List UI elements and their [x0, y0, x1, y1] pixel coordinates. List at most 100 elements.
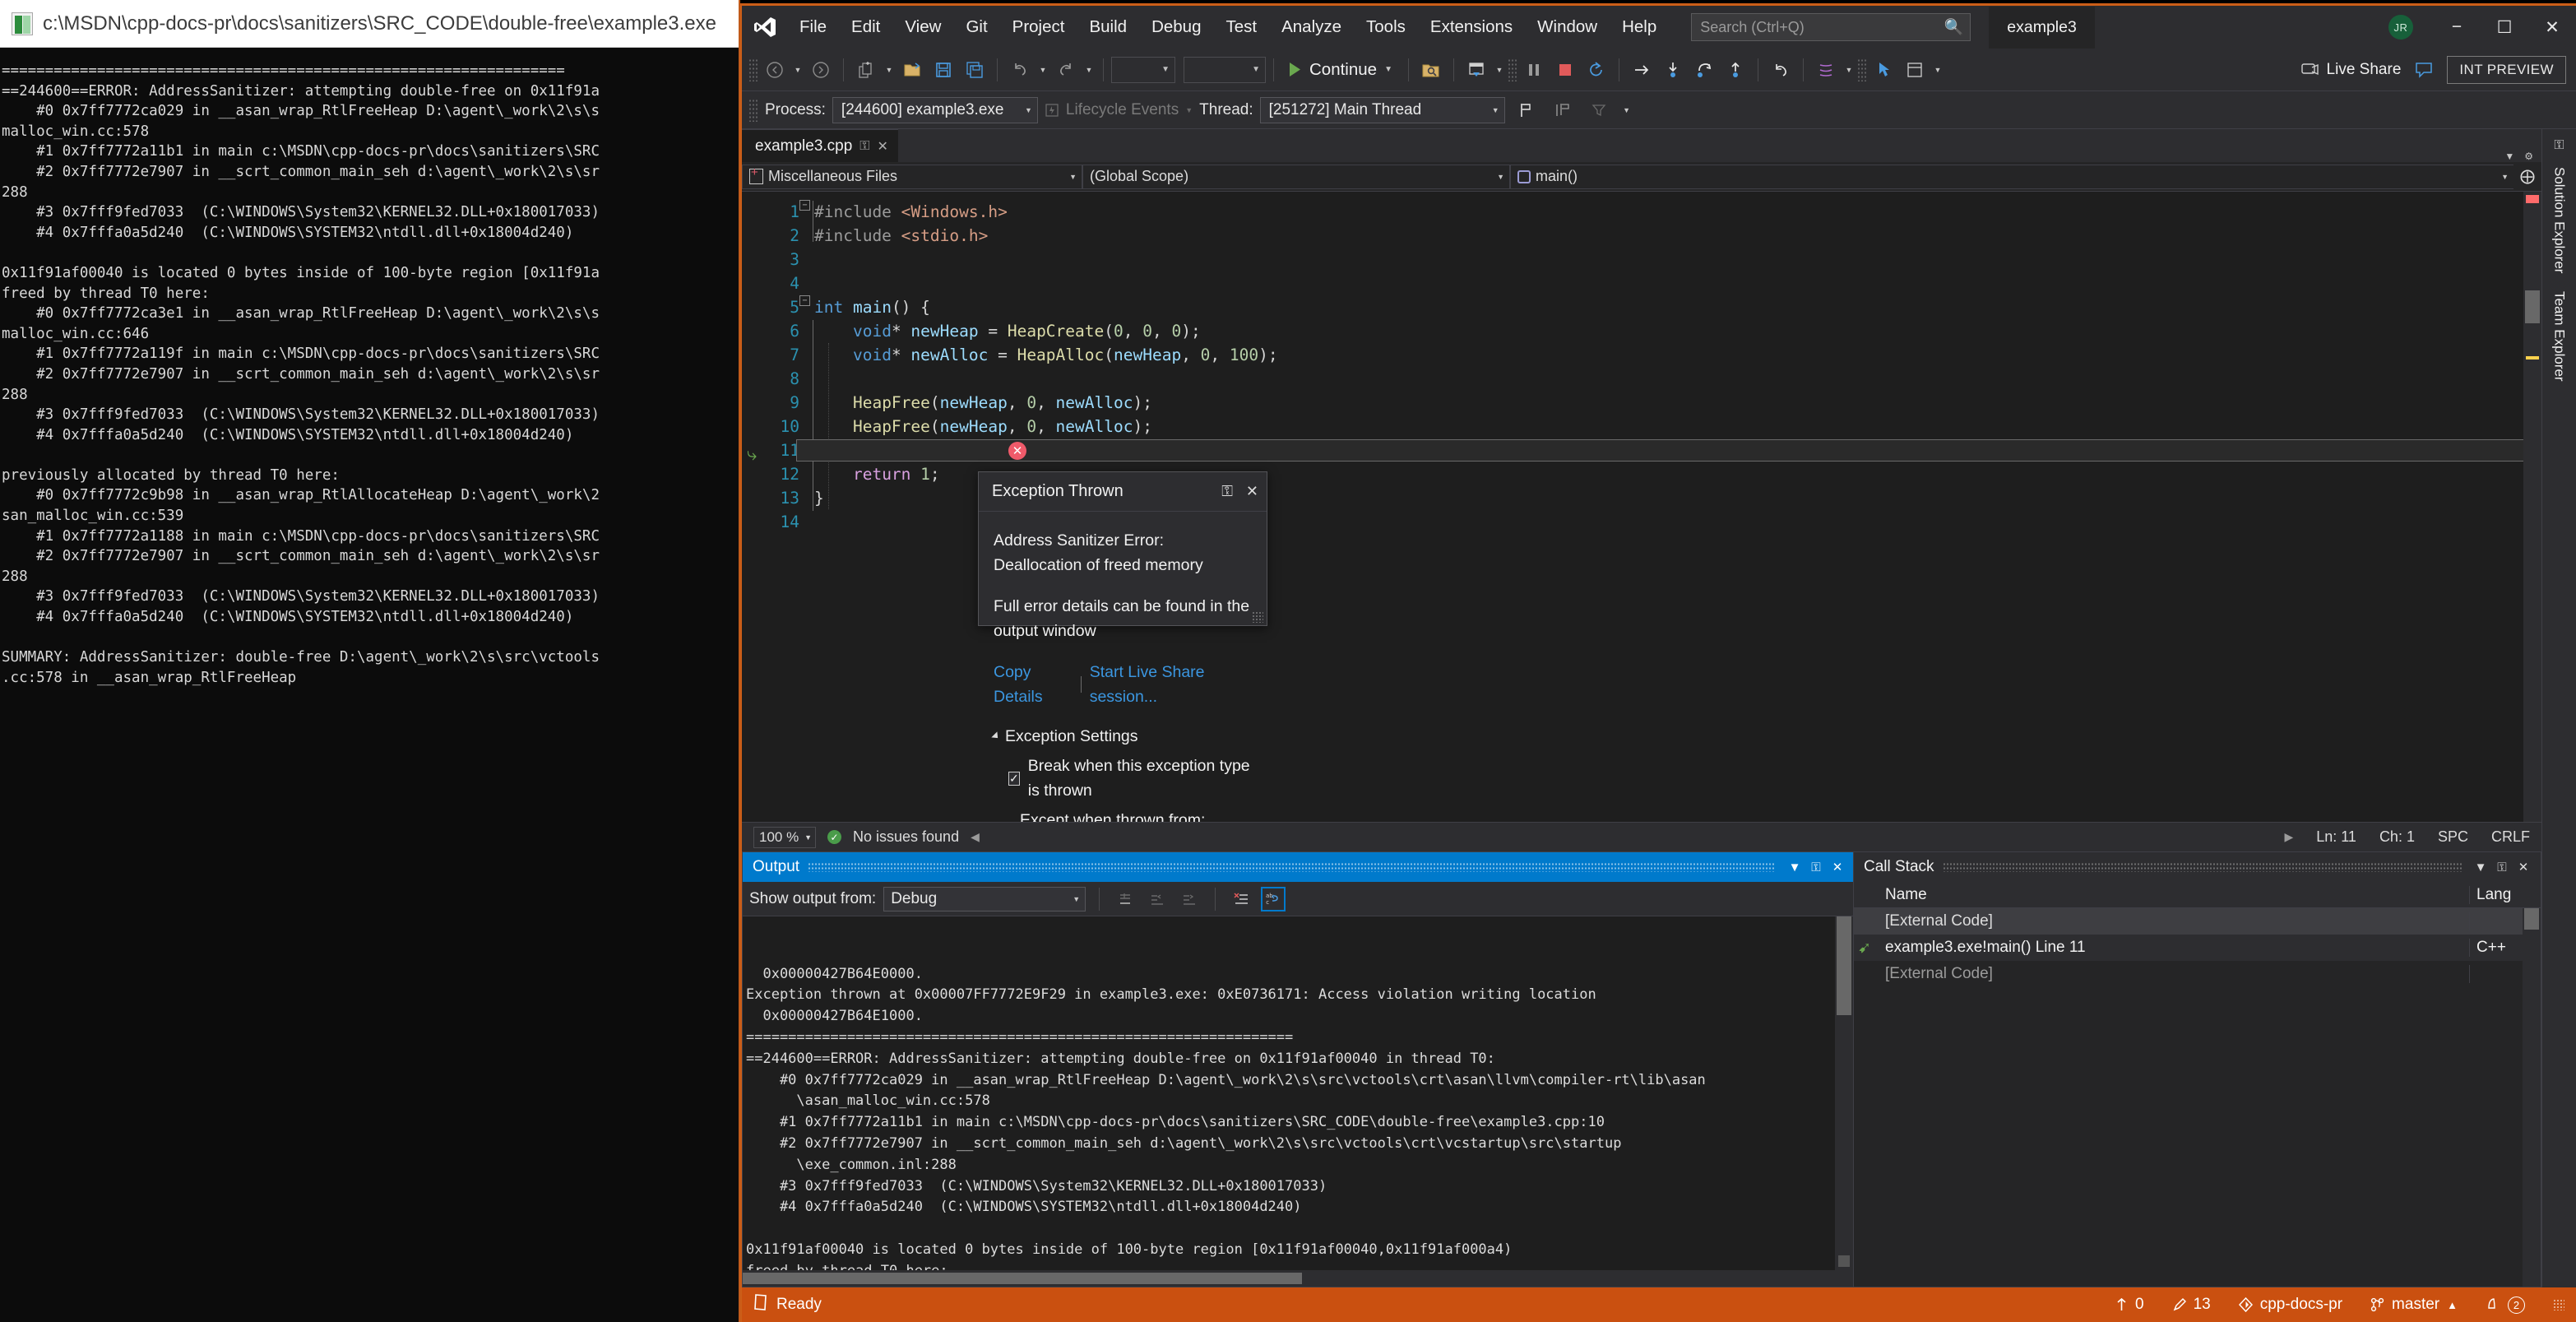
resize-grip[interactable]	[1252, 611, 1263, 623]
previous-message-icon[interactable]	[1145, 887, 1170, 911]
pin-icon[interactable]: ⚿	[2491, 860, 2513, 874]
drag-dots[interactable]	[808, 862, 1776, 872]
continue-button[interactable]: Continue ▼	[1281, 58, 1401, 82]
menu-file[interactable]: File	[788, 12, 838, 42]
column-header-lang[interactable]: Lang	[2470, 886, 2541, 904]
solution-platform-combo[interactable]: ▼	[1184, 56, 1266, 83]
close-icon[interactable]: ✕	[1827, 860, 1848, 874]
navigate-back-dropdown-icon[interactable]: ▼	[791, 55, 804, 85]
toolbar-grip[interactable]	[1856, 58, 1867, 81]
continue-dropdown-icon[interactable]: ▼	[1384, 65, 1392, 74]
drag-dots[interactable]	[1942, 862, 2462, 872]
save-icon[interactable]	[929, 55, 958, 85]
feedback-icon[interactable]	[2409, 55, 2439, 85]
type-scope-combo[interactable]: (Global Scope) ▼	[1082, 164, 1510, 189]
code-line[interactable]: 3	[771, 248, 2541, 271]
break-on-throw-row[interactable]: ✓ Break when this exception type is thro…	[994, 754, 1252, 803]
new-file-icon[interactable]	[851, 55, 881, 85]
member-scope-combo[interactable]: main() ▼	[1510, 164, 2513, 189]
live-visual-tree-icon[interactable]	[1900, 55, 1930, 85]
scroll-left-icon[interactable]: ◀	[971, 830, 980, 844]
code-line[interactable]: 2 #include <stdio.h>	[771, 224, 2541, 248]
thread-combo[interactable]: [251272] Main Thread ▼	[1259, 96, 1505, 123]
column-header-name[interactable]: Name	[1879, 885, 2470, 904]
code-line[interactable]: 4	[771, 271, 2541, 295]
step-into-icon[interactable]	[1658, 55, 1688, 85]
pin-icon[interactable]: ⚿	[2554, 134, 2564, 157]
step-over-icon[interactable]	[1689, 55, 1719, 85]
call-stack-row[interactable]: ➹ example3.exe!main() Line 11 C++	[1854, 935, 2541, 961]
gear-icon[interactable]: ⚙	[2524, 151, 2533, 162]
rail-tab-team-explorer[interactable]: Team Explorer	[2548, 283, 2571, 390]
code-line[interactable]: 9 HeapFree(newHeap, 0, newAlloc);	[771, 391, 2541, 415]
intellitrace-dropdown-icon[interactable]: ▼	[1842, 55, 1856, 85]
repository-name[interactable]: cpp-docs-pr	[2238, 1296, 2342, 1314]
pending-changes[interactable]: 13	[2172, 1296, 2211, 1314]
close-icon[interactable]: ✕	[877, 138, 887, 155]
output-source-combo[interactable]: Debug ▼	[883, 886, 1086, 911]
toggle-word-wrap-icon[interactable]: ab c	[1261, 886, 1286, 911]
glyph-margin[interactable]: ⤷	[742, 192, 771, 822]
code-editor[interactable]: ⤷ 1 #include <Windows.h> − 2 #include <stdio…	[742, 192, 2541, 822]
next-message-icon[interactable]	[1177, 887, 1202, 911]
menu-git[interactable]: Git	[954, 12, 998, 42]
code-line[interactable]: 8	[771, 367, 2541, 391]
fold-toggle-icon[interactable]: −	[799, 295, 810, 306]
call-stack-row[interactable]: [External Code]	[1854, 961, 2541, 987]
start-live-share-link[interactable]: Start Live Share session...	[1090, 660, 1252, 709]
solution-config-combo[interactable]: ▼	[1111, 56, 1175, 83]
tab-example3-cpp[interactable]: example3.cpp ⚿ ✕	[742, 129, 898, 162]
call-stack-row[interactable]: [External Code]	[1854, 908, 2541, 935]
redo-dropdown-icon[interactable]: ▼	[1082, 55, 1096, 85]
eol-indicator[interactable]: CRLF	[2491, 828, 2530, 846]
zoom-level-combo[interactable]: 100 % ▼	[753, 826, 816, 848]
lifecycle-dropdown-icon[interactable]: ▼	[1185, 106, 1193, 114]
scrollbar-thumb[interactable]	[2525, 290, 2540, 323]
clear-all-icon[interactable]	[1229, 887, 1253, 911]
output-horizontal-scrollbar[interactable]	[743, 1270, 1853, 1287]
break-checkbox[interactable]: ✓	[1008, 771, 1020, 786]
menu-extensions[interactable]: Extensions	[1419, 12, 1524, 42]
code-line[interactable]: 6 void* newHeap = HeapCreate(0, 0, 0);	[771, 319, 2541, 343]
scrollbar-thumb[interactable]	[1837, 916, 1851, 1015]
menu-tools[interactable]: Tools	[1355, 12, 1417, 42]
minimize-icon[interactable]: −	[2433, 6, 2481, 49]
lifecycle-events-button[interactable]: Lifecycle Events ▼	[1045, 101, 1193, 119]
toolbar-grip[interactable]	[1507, 58, 1517, 81]
code-line[interactable]: 7 void* newAlloc = HeapAlloc(newHeap, 0,…	[771, 343, 2541, 367]
redo-icon[interactable]	[1051, 55, 1081, 85]
resize-grip[interactable]	[2553, 1299, 2564, 1310]
scroll-right-icon[interactable]: ▶	[2284, 830, 2293, 844]
menu-window[interactable]: Window	[1526, 12, 1609, 42]
restart-icon[interactable]	[1582, 55, 1611, 85]
menu-debug[interactable]: Debug	[1140, 12, 1212, 42]
tab-overflow-icon[interactable]: ▼	[2504, 151, 2514, 162]
call-stack-table[interactable]: Name Lang [External Code] ➹ example3.exe!m…	[1854, 882, 2541, 1287]
chevron-down-icon[interactable]: ▼	[1784, 860, 1805, 874]
code-line[interactable]: 1 #include <Windows.h> −	[771, 200, 2541, 224]
stop-debugging-icon[interactable]	[1550, 55, 1580, 85]
output-vertical-scrollbar[interactable]	[1835, 916, 1853, 1287]
spaces-indicator[interactable]: SPC	[2438, 828, 2468, 846]
pin-icon[interactable]: ⚿	[1805, 860, 1827, 874]
outgoing-commits[interactable]: 0	[2115, 1296, 2144, 1314]
code-line[interactable]: 11 printf("failure\n");	[771, 438, 2541, 462]
scrollbar-down-button[interactable]	[1838, 1255, 1850, 1267]
menu-analyze[interactable]: Analyze	[1270, 12, 1353, 42]
project-scope-combo[interactable]: Miscellaneous Files ▼	[742, 164, 1082, 189]
debugbar-grip[interactable]	[748, 98, 758, 122]
menu-help[interactable]: Help	[1610, 12, 1668, 42]
navigate-back-icon[interactable]	[760, 55, 790, 85]
code-line[interactable]: 10 HeapFree(newHeap, 0, newAlloc);	[771, 415, 2541, 438]
new-file-dropdown-icon[interactable]: ▼	[883, 55, 896, 85]
show-next-statement-icon[interactable]	[1627, 55, 1656, 85]
error-x-icon[interactable]: ✕	[1008, 442, 1026, 460]
exception-thrown-popup[interactable]: Exception Thrown ⚿ ✕ Address Sanitizer E…	[978, 471, 1267, 822]
branch-selector[interactable]: master ▲	[2370, 1296, 2458, 1314]
save-all-icon[interactable]	[960, 55, 989, 85]
hot-reload-dropdown-icon[interactable]: ▼	[1493, 55, 1506, 85]
code-line[interactable]: 5 int main() {−	[771, 295, 2541, 319]
scrollbar-thumb[interactable]	[743, 1273, 1302, 1284]
live-share-button[interactable]: Live Share	[2300, 61, 2401, 79]
rail-tab-solution-explorer[interactable]: Solution Explorer	[2548, 159, 2571, 281]
